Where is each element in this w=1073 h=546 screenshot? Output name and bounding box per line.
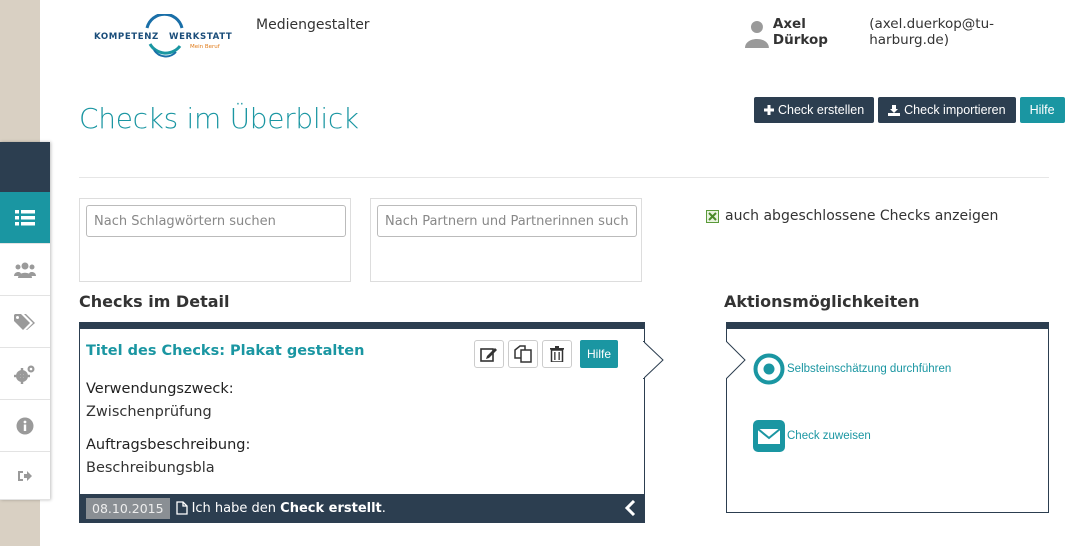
check-actions [474, 340, 572, 368]
keyword-search-panel [79, 198, 351, 282]
purpose-label: Verwendungszweck: [86, 381, 234, 397]
show-completed-toggle[interactable]: auch abgeschlossene Checks anzeigen [706, 208, 998, 224]
plus-icon [764, 105, 774, 115]
partner-search-panel [370, 198, 642, 282]
description-label: Auftragsbeschreibung: [86, 437, 251, 453]
sidebar-item-logout[interactable] [0, 452, 50, 500]
detail-help-button[interactable]: Hilfe [580, 340, 619, 368]
edit-icon [480, 348, 497, 362]
help-button[interactable]: Hilfe [1019, 97, 1065, 123]
user-email: (axel.duerkop@tu-harburg.de) [869, 16, 995, 48]
cogs-icon [14, 365, 35, 384]
import-check-label: Check importieren [904, 103, 1006, 117]
user-name: Axel Dürkop [772, 16, 828, 48]
activity-date: 08.10.2015 [86, 497, 170, 519]
svg-text:KOMPETENZ: KOMPETENZ [94, 32, 159, 42]
activity-text-bold: Check erstellt [280, 500, 382, 516]
page-title: Checks im Überblick [79, 102, 359, 135]
sidebar-item-settings[interactable] [0, 348, 50, 400]
duplicate-button[interactable] [508, 340, 538, 368]
sidebar [0, 142, 50, 500]
svg-text:WERKSTATT: WERKSTATT [169, 32, 232, 42]
sidebar-item-info[interactable] [0, 400, 50, 452]
kompetenzwerkstatt-logo[interactable]: KOMPETENZ WERKSTATT Mein Beruf [92, 12, 232, 58]
user-avatar-icon [745, 21, 769, 48]
description-value: Beschreibungsbla [86, 460, 215, 476]
check-title[interactable]: Titel des Checks: Plakat gestalten [86, 343, 364, 359]
assign-check-action[interactable]: Check zuweisen [753, 420, 871, 452]
show-completed-label: auch abgeschlossene Checks anzeigen [725, 208, 999, 224]
card-pointer-arrow [643, 341, 664, 379]
create-check-label: Check erstellen [778, 103, 865, 117]
svg-text:Mein Beruf: Mein Beruf [190, 44, 221, 50]
copy-icon [514, 345, 532, 363]
actions-pointer-notch [726, 341, 746, 379]
sidebar-header [0, 142, 50, 192]
envelope-icon [753, 420, 785, 452]
partner-search-input[interactable] [377, 205, 637, 237]
edit-button[interactable] [474, 340, 504, 368]
self-assessment-label: Selbsteinschätzung durchführen [787, 363, 952, 375]
activity-footer: 08.10.2015 Ich habe den Check erstellt. [80, 494, 644, 522]
purpose-value: Zwischenprüfung [86, 404, 212, 420]
sidebar-item-users[interactable] [0, 244, 50, 296]
delete-button[interactable] [542, 340, 572, 368]
info-icon [16, 417, 34, 434]
check-detail-card: Titel des Checks: Plakat gestalten Hilfe… [79, 322, 664, 523]
import-check-button[interactable]: Check importieren [878, 97, 1016, 123]
toolbar: Check erstellen Check importieren Hilfe [754, 97, 1065, 123]
activity-text-post: . [381, 500, 386, 516]
logout-icon [18, 470, 32, 481]
chevron-left-icon[interactable] [624, 500, 636, 516]
show-completed-checkbox[interactable] [706, 209, 719, 223]
sidebar-item-checks[interactable] [0, 192, 50, 244]
file-icon [175, 501, 188, 515]
detail-heading: Checks im Detail [79, 292, 230, 311]
list-icon [15, 209, 35, 225]
assign-check-label: Check zuweisen [787, 430, 871, 442]
user-info[interactable]: Axel Dürkop (axel.duerkop@tu-harburg.de) [745, 16, 1073, 48]
create-check-button[interactable]: Check erstellen [754, 97, 875, 123]
actions-heading: Aktionsmöglichkeiten [724, 292, 920, 311]
sidebar-item-tags[interactable] [0, 296, 50, 348]
target-icon [753, 353, 785, 385]
divider [79, 177, 1049, 178]
self-assessment-action[interactable]: Selbsteinschätzung durchführen [753, 353, 951, 385]
activity-text-pre: Ich habe den [191, 500, 277, 516]
brand-title: Mediengestalter [256, 17, 370, 33]
import-icon [888, 104, 901, 116]
tags-icon [14, 313, 35, 330]
users-icon [14, 262, 36, 278]
checkbox-x-icon [708, 211, 717, 221]
keyword-search-input[interactable] [86, 205, 346, 237]
trash-icon [550, 346, 564, 362]
actions-card: Selbsteinschätzung durchführen Check zuw… [726, 322, 1049, 513]
